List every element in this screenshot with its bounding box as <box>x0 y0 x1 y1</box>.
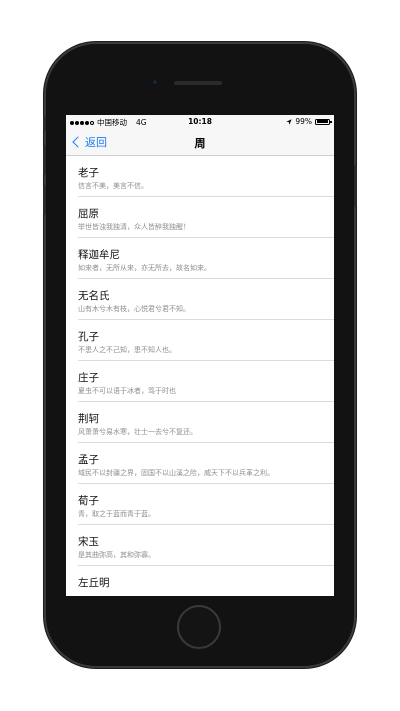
list-item-subtitle: 举世皆浊我独清，众人皆醉我独醒！ <box>78 223 190 231</box>
navigation-bar: 返回 周 <box>66 128 334 156</box>
home-button[interactable] <box>177 605 221 649</box>
stage: 中国移动 4G 10:18 99% 返回 周 老子 信言不美，美言不信。 屈原 … <box>0 0 400 711</box>
power-button <box>354 165 357 207</box>
list-item-subtitle: 风萧萧兮易水寒，壮士一去兮不复还。 <box>78 428 197 436</box>
front-camera <box>151 78 159 86</box>
list-item-title: 老子 <box>78 167 99 179</box>
phone-screen: 中国移动 4G 10:18 99% 返回 周 老子 信言不美，美言不信。 屈原 … <box>66 115 334 596</box>
list-item-title: 孟子 <box>78 454 99 466</box>
list-item-title: 荆轲 <box>78 413 99 425</box>
list-item-title: 孔子 <box>78 331 99 343</box>
list-item[interactable]: 庄子 夏虫不可以语于冰者，笃于时也 <box>66 361 334 402</box>
list-item-subtitle: 是其曲弥高，其和弥寡。 <box>78 551 155 559</box>
list-item-title: 宋玉 <box>78 536 99 548</box>
list-item[interactable]: 荆轲 风萧萧兮易水寒，壮士一去兮不复还。 <box>66 402 334 443</box>
list-item-subtitle: 青，取之于蓝而青于蓝。 <box>78 510 155 518</box>
list-item-title: 屈原 <box>78 208 99 220</box>
volume-up-button <box>43 145 46 175</box>
list-item-title: 无名氏 <box>78 290 110 302</box>
location-arrow-icon <box>286 118 293 125</box>
list-item[interactable]: 左丘明 <box>66 566 334 596</box>
author-list: 老子 信言不美，美言不信。 屈原 举世皆浊我独清，众人皆醉我独醒！ 释迦牟尼 如… <box>66 156 334 596</box>
list-item[interactable]: 屈原 举世皆浊我独清，众人皆醉我独醒！ <box>66 197 334 238</box>
list-item-title: 荀子 <box>78 495 99 507</box>
battery-icon <box>315 118 332 125</box>
list-item[interactable]: 宋玉 是其曲弥高，其和弥寡。 <box>66 525 334 566</box>
volume-down-button <box>43 185 46 215</box>
list-item-subtitle: 山有木兮木有枝，心悦君兮君不知。 <box>78 305 190 313</box>
list-item-title: 庄子 <box>78 372 99 384</box>
list-item-title: 左丘明 <box>78 577 110 589</box>
status-right: 99% <box>286 117 332 126</box>
page-title: 周 <box>194 137 206 150</box>
battery-level-fill <box>316 120 329 123</box>
mute-switch <box>43 115 46 131</box>
list-item[interactable]: 孔子 不患人之不己知，患不知人也。 <box>66 320 334 361</box>
list-item-subtitle: 不患人之不己知，患不知人也。 <box>78 346 176 354</box>
list-item-subtitle: 如来者，无所从来，亦无所去，故名如来。 <box>78 264 211 272</box>
list-item[interactable]: 老子 信言不美，美言不信。 <box>66 156 334 197</box>
list-item[interactable]: 孟子 域民不以封疆之界，固国不以山溪之险，威天下不以兵革之利。 <box>66 443 334 484</box>
list-item-subtitle: 域民不以封疆之界，固国不以山溪之险，威天下不以兵革之利。 <box>78 469 274 477</box>
list-item-subtitle: 信言不美，美言不信。 <box>78 182 148 190</box>
status-bar: 中国移动 4G 10:18 99% <box>66 115 334 128</box>
list-item[interactable]: 无名氏 山有木兮木有枝，心悦君兮君不知。 <box>66 279 334 320</box>
list-item[interactable]: 释迦牟尼 如来者，无所从来，亦无所去，故名如来。 <box>66 238 334 279</box>
earpiece-speaker <box>174 81 222 85</box>
list-item-title: 释迦牟尼 <box>78 249 120 261</box>
list-item-subtitle: 夏虫不可以语于冰者，笃于时也 <box>78 387 176 395</box>
battery-percent: 99% <box>295 117 312 126</box>
list-item[interactable]: 荀子 青，取之于蓝而青于蓝。 <box>66 484 334 525</box>
